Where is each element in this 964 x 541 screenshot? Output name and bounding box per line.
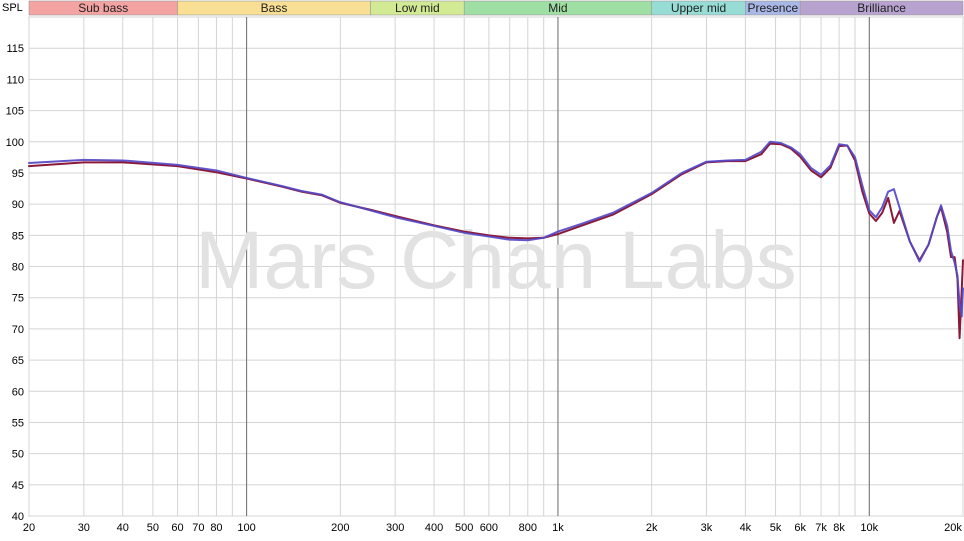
x-tick-label: 20 xyxy=(23,522,35,534)
x-tick-label: 6k xyxy=(794,522,806,534)
y-tick-label: 105 xyxy=(6,106,24,118)
y-tick-label: 90 xyxy=(12,199,24,211)
y-tick-label: 50 xyxy=(12,449,24,461)
x-tick-label: 2k xyxy=(646,522,658,534)
y-tick-label: 95 xyxy=(12,168,24,180)
x-tick-label: 70 xyxy=(192,522,204,534)
x-tick-label: 50 xyxy=(147,522,159,534)
x-tick-label: 3k xyxy=(701,522,713,534)
x-tick-label: 300 xyxy=(386,522,404,534)
band-label: Brilliance xyxy=(857,1,906,15)
x-tick-label: 400 xyxy=(425,522,443,534)
x-tick-label: 40 xyxy=(117,522,129,534)
band-label: Sub bass xyxy=(78,1,128,15)
y-tick-label: 65 xyxy=(12,355,24,367)
y-tick-label: 110 xyxy=(6,74,24,86)
frequency-response-chart: Sub bass Bass Low mid Mid Upper mid Presence B… xyxy=(2,0,964,534)
x-tick-label: 80 xyxy=(210,522,222,534)
x-tick-label: 5k xyxy=(770,522,782,534)
x-tick-label: 800 xyxy=(519,522,537,534)
x-tick-label: 20k xyxy=(944,522,962,534)
x-tick-label: 1k xyxy=(552,522,564,534)
x-tick-label: 30 xyxy=(78,522,90,534)
band-label: Mid xyxy=(548,1,567,15)
x-tick-label: 8k xyxy=(833,522,845,534)
frequency-band-bar: Sub bass Bass Low mid Mid Upper mid Presence B… xyxy=(28,0,964,16)
x-tick-label: 10k xyxy=(860,522,878,534)
y-tick-label: 55 xyxy=(12,417,24,429)
x-tick-label: 600 xyxy=(480,522,498,534)
x-tick-label: 100 xyxy=(237,522,255,534)
band-label: Presence xyxy=(747,1,798,15)
x-tick-label: 60 xyxy=(171,522,183,534)
watermark: Mars Chan Labs xyxy=(195,215,797,306)
y-axis-label: SPL xyxy=(2,2,23,14)
y-tick-label: 115 xyxy=(6,43,24,55)
y-tick-label: 85 xyxy=(12,230,24,242)
x-tick-label: 4k xyxy=(740,522,752,534)
x-axis: 20 30 40 50 60 70 80 100 200 300 400 500 600 800 1k 2k 3… xyxy=(23,522,962,534)
x-tick-label: 200 xyxy=(331,522,349,534)
band-label: Bass xyxy=(261,1,288,15)
x-tick-label: 7k xyxy=(815,522,827,534)
y-tick-label: 75 xyxy=(12,293,24,305)
band-label: Upper mid xyxy=(671,1,726,15)
y-tick-label: 70 xyxy=(12,324,24,336)
x-tick-label: 500 xyxy=(455,522,473,534)
y-axis: 404550556065707580859095100105110115 xyxy=(6,43,24,523)
band-label: Low mid xyxy=(395,1,440,15)
y-tick-label: 45 xyxy=(12,480,24,492)
y-tick-label: 80 xyxy=(12,262,24,274)
y-tick-label: 100 xyxy=(6,137,24,149)
y-tick-label: 60 xyxy=(12,386,24,398)
